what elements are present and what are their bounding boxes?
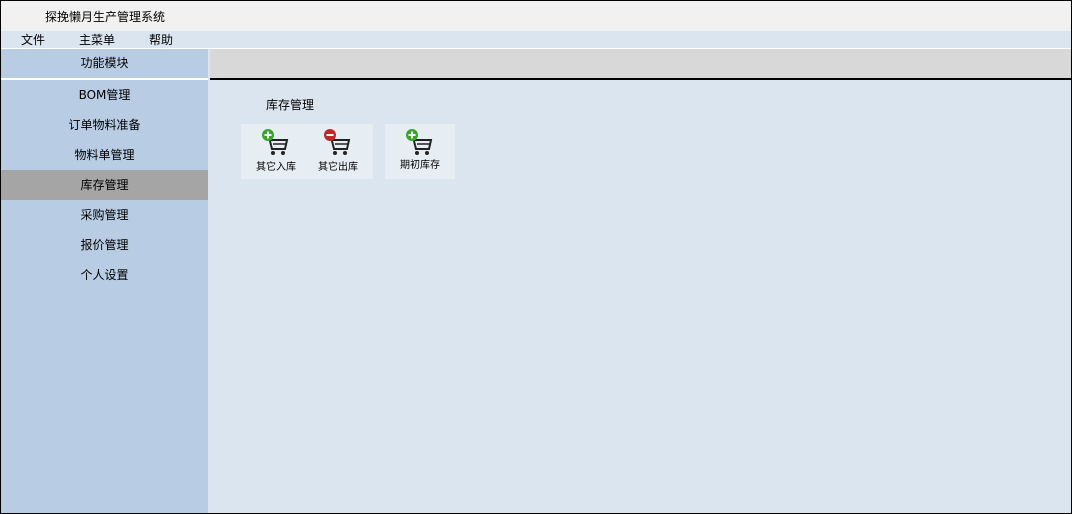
main-content: 库存管理 其它入库 其它出库 期初库存 [210, 80, 1071, 513]
sidebar-item-bom[interactable]: BOM管理 [1, 80, 208, 110]
other-inbound-button[interactable]: 其它入库 [241, 124, 311, 179]
tile-label: 其它出库 [318, 162, 358, 173]
sidebar-item-quotation[interactable]: 报价管理 [1, 230, 208, 260]
menu-main[interactable]: 主菜单 [79, 33, 115, 47]
content-header-bar [210, 49, 1071, 80]
cart-add-icon [406, 129, 433, 155]
app-title: 探挽懒月生产管理系统 [45, 10, 166, 24]
sidebar-item-order-material[interactable]: 订单物料准备 [1, 110, 208, 140]
sidebar-item-purchase[interactable]: 采购管理 [1, 200, 208, 230]
sidebar-item-material-list[interactable]: 物料单管理 [1, 140, 208, 170]
section-title: 库存管理 [266, 98, 315, 112]
cart-remove-icon [324, 129, 351, 155]
sidebar-item-inventory[interactable]: 库存管理 [1, 170, 208, 200]
menu-file[interactable]: 文件 [21, 33, 45, 47]
cart-add-icon [262, 129, 289, 155]
opening-inventory-button[interactable]: 期初库存 [385, 124, 455, 179]
menu-help[interactable]: 帮助 [149, 33, 173, 47]
tile-label: 期初库存 [400, 160, 440, 171]
sidebar-item-personal-settings[interactable]: 个人设置 [1, 260, 208, 290]
sidebar-header: 功能模块 [1, 49, 208, 80]
app-window: 探挽懒月生产管理系统 文件 主菜单 帮助 功能模块 BOM管理 订单物料准备 物… [0, 0, 1072, 514]
sidebar: 功能模块 BOM管理 订单物料准备 物料单管理 库存管理 采购管理 报价管理 个… [1, 49, 208, 513]
menu-bar: 文件 主菜单 帮助 [1, 31, 1071, 49]
tile-label: 其它入库 [256, 162, 296, 173]
other-outbound-button[interactable]: 其它出库 [303, 124, 373, 179]
title-bar: 探挽懒月生产管理系统 [1, 1, 1071, 31]
